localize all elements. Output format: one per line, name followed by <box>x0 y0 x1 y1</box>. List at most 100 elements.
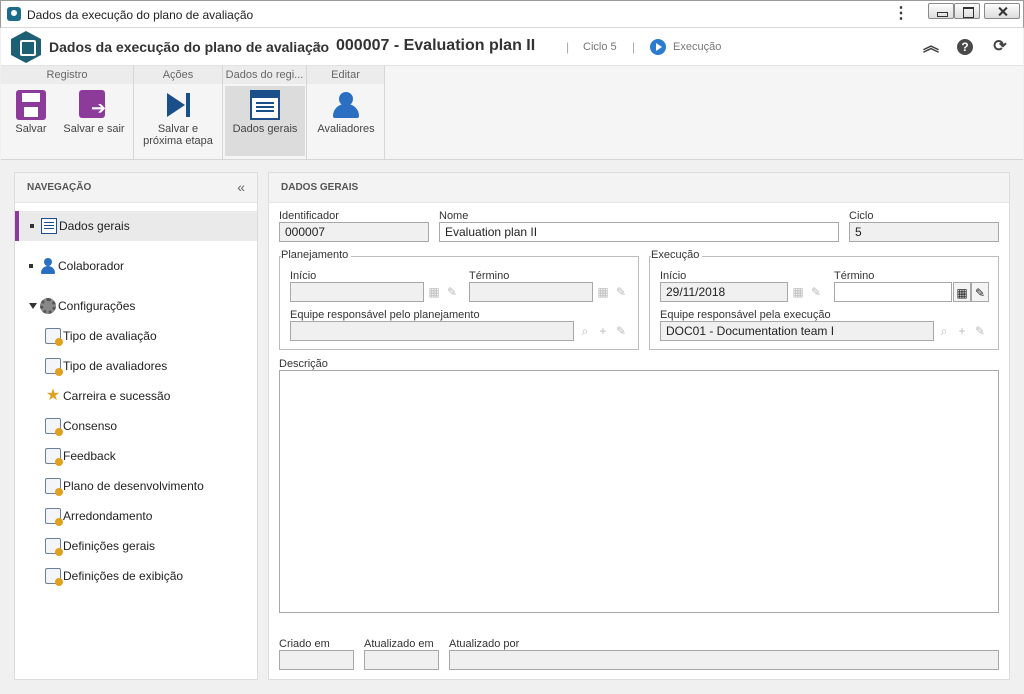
bullet <box>29 264 33 268</box>
planning-start-field[interactable] <box>290 282 424 302</box>
add-icon[interactable]: + <box>953 321 971 341</box>
more-options-icon[interactable]: ⋮ <box>893 5 909 23</box>
divider: | <box>632 40 636 54</box>
execution-end-field[interactable] <box>834 282 952 302</box>
ribbon-group-editar: Editar Avaliadores <box>307 66 385 160</box>
maximize-button[interactable] <box>954 3 980 19</box>
add-icon[interactable]: + <box>594 321 612 341</box>
help-icon[interactable]: ? <box>957 39 973 55</box>
nav-item-colaborador[interactable]: Colaborador <box>15 251 257 281</box>
play-icon <box>650 39 666 55</box>
ribbon-group-registro: Registro Salvar Salvar e sair <box>1 66 134 160</box>
clear-icon[interactable]: ✎ <box>443 282 461 302</box>
execution-end-label: Término <box>834 270 875 282</box>
calendar-icon[interactable]: ▦ <box>789 282 807 302</box>
page-header: Dados da execução do plano de avaliação … <box>1 28 1023 66</box>
clear-icon[interactable]: ✎ <box>612 321 630 341</box>
gear-icon <box>40 298 56 314</box>
save-button[interactable]: Salvar <box>5 86 57 156</box>
navigation-heading: NAVEGAÇÃO <box>15 173 257 203</box>
clear-icon[interactable]: ✎ <box>971 321 989 341</box>
name-field[interactable]: Evaluation plan II <box>439 222 839 242</box>
save-button-label: Salvar <box>15 123 47 135</box>
cycle-field[interactable]: 5 <box>849 222 999 242</box>
nav-item-label: Dados gerais <box>59 219 130 233</box>
collapse-up-icon[interactable]: ︽ <box>921 37 941 57</box>
nav-item-label: Feedback <box>63 449 116 463</box>
updated-by-field[interactable] <box>449 650 999 670</box>
nav-item-definicoes-gerais[interactable]: Definições gerais <box>15 531 257 561</box>
ribbon-group-label: Registro <box>1 66 133 84</box>
planning-team-field[interactable] <box>290 321 574 341</box>
evaluation-type-icon <box>45 328 63 346</box>
nav-item-feedback[interactable]: Feedback <box>15 441 257 471</box>
consensus-icon <box>45 418 63 436</box>
nav-item-dados-gerais[interactable]: Dados gerais <box>15 211 257 241</box>
updated-field[interactable] <box>364 650 439 670</box>
close-button[interactable] <box>984 3 1020 19</box>
nav-item-tipo-avaliacao[interactable]: Tipo de avaliação <box>15 321 257 351</box>
nav-item-configuracoes[interactable]: Configurações <box>15 291 257 321</box>
ribbon-group-acoes: Ações Salvar e próxima etapa <box>134 66 223 160</box>
ribbon-group-label: Editar <box>307 66 384 84</box>
calendar-icon[interactable]: ▦ <box>953 282 971 302</box>
created-field[interactable] <box>279 650 354 670</box>
execution-start-field[interactable]: 29/11/2018 <box>660 282 788 302</box>
save-and-exit-button[interactable]: Salvar e sair <box>59 86 129 156</box>
breadcrumb-separator: › <box>316 37 322 54</box>
nav-item-tipo-avaliadores[interactable]: Tipo de avaliadores <box>15 351 257 381</box>
user-icon <box>40 258 56 274</box>
ribbon-group-label: Dados do regi... <box>223 66 306 84</box>
save-next-step-button[interactable]: Salvar e próxima etapa <box>138 86 218 156</box>
nav-item-consenso[interactable]: Consenso <box>15 411 257 441</box>
nav-item-label: Carreira e sucessão <box>63 389 171 403</box>
ribbon-group-dados: Dados do regi... Dados gerais <box>223 66 307 160</box>
minimize-button[interactable] <box>928 3 954 19</box>
clear-icon[interactable]: ✎ <box>807 282 825 302</box>
nav-item-carreira[interactable]: ★ Carreira e sucessão <box>15 381 257 411</box>
planning-fieldset: Planejamento Início ▦ ✎ Término ▦ ✎ Equi… <box>279 249 639 350</box>
planning-end-label: Término <box>469 270 510 282</box>
nav-item-label: Consenso <box>63 419 118 433</box>
name-label: Nome <box>439 210 469 222</box>
star-icon: ★ <box>45 387 61 404</box>
general-data-label: Dados gerais <box>232 123 298 135</box>
page-title: Dados da execução do plano de avaliação <box>49 39 330 55</box>
planning-start-label: Início <box>290 270 317 282</box>
clear-icon[interactable]: ✎ <box>612 282 630 302</box>
calendar-icon[interactable]: ▦ <box>594 282 612 302</box>
settings-icon <box>45 538 63 556</box>
search-icon[interactable]: ⌕ <box>576 321 594 341</box>
nav-item-label: Plano de desenvolvimento <box>63 479 204 493</box>
collapse-panel-icon[interactable]: « <box>237 179 245 195</box>
nav-item-label: Arredondamento <box>63 509 153 523</box>
nav-item-definicoes-exibicao[interactable]: Definições de exibição <box>15 561 257 591</box>
expand-icon[interactable] <box>29 303 37 309</box>
evaluators-button[interactable]: Avaliadores <box>311 86 381 156</box>
save-exit-icon <box>79 90 109 120</box>
ribbon-toolbar: Registro Salvar Salvar e sair Ações Salv… <box>1 66 1023 160</box>
search-icon[interactable]: ⌕ <box>935 321 953 341</box>
planning-end-field[interactable] <box>469 282 593 302</box>
divider: | <box>566 40 570 54</box>
calendar-icon[interactable]: ▦ <box>425 282 443 302</box>
nav-item-label: Colaborador <box>58 259 125 273</box>
general-data-button[interactable]: Dados gerais <box>225 86 305 156</box>
nav-item-arredondamento[interactable]: Arredondamento <box>15 501 257 531</box>
evaluators-icon <box>331 90 361 120</box>
description-textarea[interactable] <box>279 370 999 613</box>
refresh-icon[interactable]: ⟳ <box>990 37 1010 57</box>
clear-icon[interactable]: ✎ <box>971 282 989 302</box>
execution-fieldset: Execução Início 29/11/2018 ▦ ✎ Término ▦… <box>649 249 999 350</box>
app-icon <box>7 7 21 21</box>
nav-item-label: Definições de exibição <box>63 569 184 583</box>
general-data-panel: DADOS GERAIS Identificador 000007 Nome E… <box>268 172 1010 680</box>
plan-logo-icon <box>11 31 41 63</box>
cycle-label: Ciclo 5 <box>583 41 617 53</box>
execution-team-field[interactable]: DOC01 - Documentation team I <box>660 321 934 341</box>
execution-team-label: Equipe responsável pela execução <box>660 309 831 321</box>
updated-label: Atualizado em <box>364 638 434 650</box>
identifier-field[interactable]: 000007 <box>279 222 429 242</box>
save-next-step-label: Salvar e próxima etapa <box>143 123 213 147</box>
nav-item-plano-desenvolvimento[interactable]: Plano de desenvolvimento <box>15 471 257 501</box>
